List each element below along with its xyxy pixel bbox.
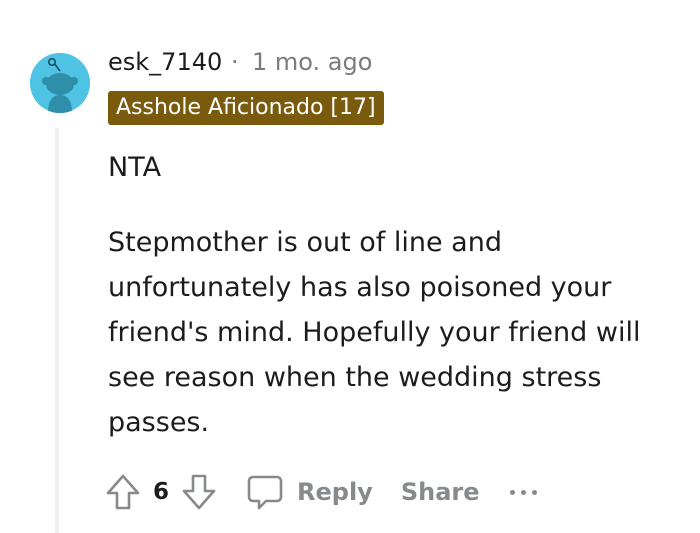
upvote-button[interactable] [103,472,143,512]
comment-paragraph: NTA [108,152,162,183]
meta-separator: · [231,48,239,76]
snoo-avatar-icon [30,53,90,113]
comment-action-bar: 6 Reply Share [103,468,537,516]
reply-button[interactable]: Reply [245,472,373,512]
user-flair-badge: Asshole Aficionado [17] [108,91,384,125]
thread-line[interactable] [55,128,59,533]
avatar[interactable] [30,53,90,113]
reply-label: Reply [297,478,373,506]
downvote-button[interactable] [179,472,219,512]
vote-count: 6 [153,479,170,505]
share-button[interactable]: Share [401,478,480,506]
comment-bubble-icon [247,475,283,510]
arrow-up-icon [106,474,140,510]
more-options-icon[interactable] [509,482,537,502]
arrow-down-icon [182,474,216,510]
username-link[interactable]: esk_7140 [108,48,222,76]
comment-paragraph: Stepmother is out of line and unfortunat… [108,227,641,438]
comment-timestamp[interactable]: 1 mo. ago [252,48,372,76]
